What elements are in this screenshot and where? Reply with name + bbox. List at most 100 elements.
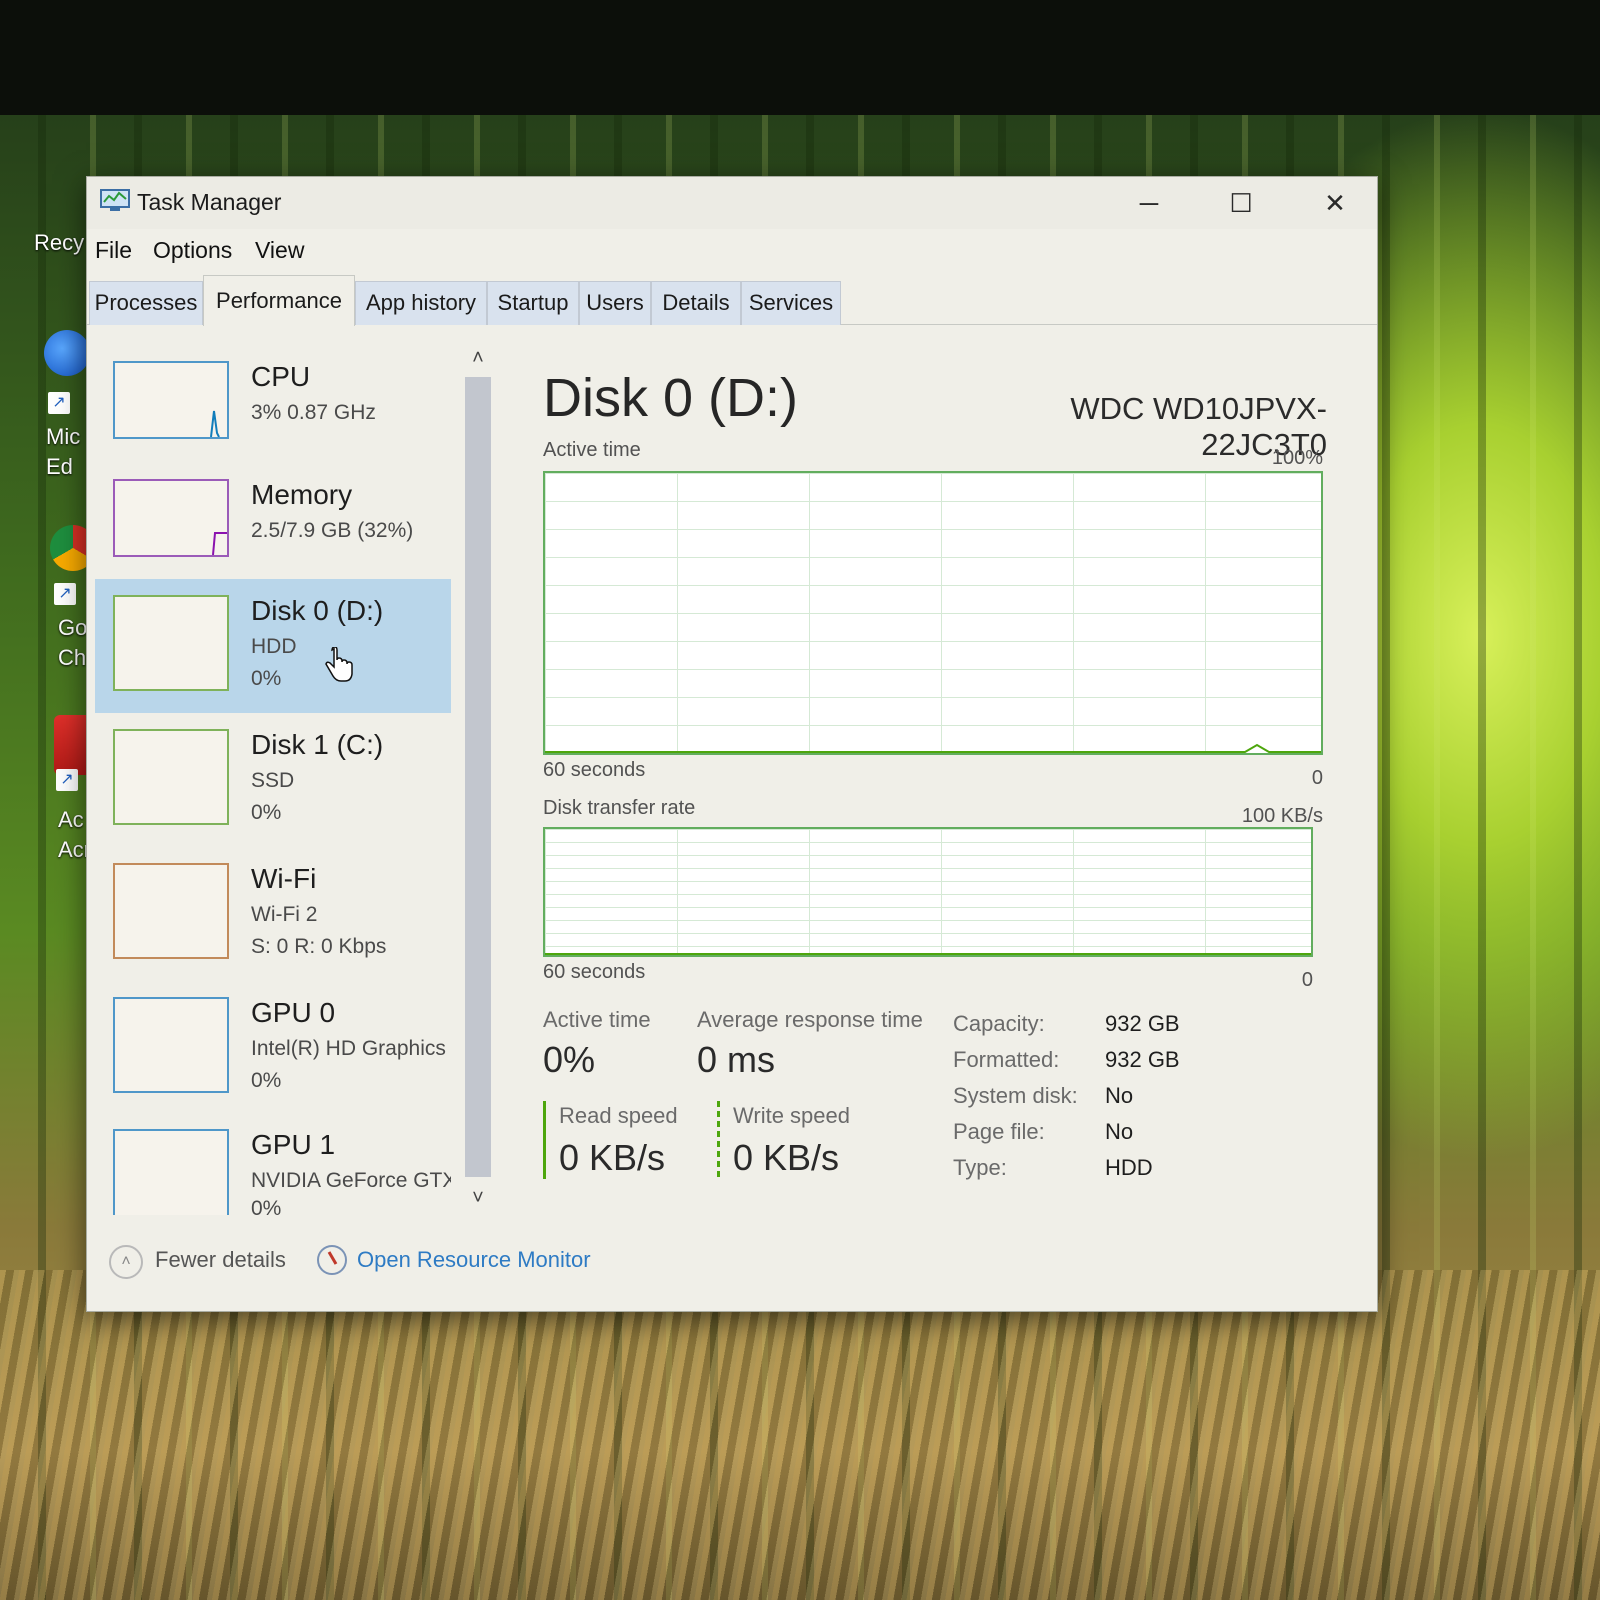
menu-view[interactable]: View: [255, 237, 304, 264]
read-speed-indicator: [543, 1101, 546, 1179]
open-resource-monitor-link[interactable]: Open Resource Monitor: [357, 1247, 591, 1273]
device-item-gpu-1[interactable]: GPU 1 NVIDIA GeForce GTX 0%: [95, 1115, 451, 1215]
footer-bar: ˄ Fewer details Open Resource Monitor: [87, 1235, 1377, 1295]
device-name: CPU: [251, 361, 311, 392]
device-thumbnail: [113, 361, 229, 439]
hand-cursor-icon: [325, 647, 353, 682]
prop-capacity-value: 932 GB: [1105, 1011, 1180, 1036]
cpu-mini-graph: [210, 410, 220, 438]
device-item-cpu[interactable]: CPU 3% 0.87 GHz: [95, 347, 451, 477]
prop-system-disk-label: System disk:: [953, 1083, 1078, 1108]
desktop-icon-chrome[interactable]: ↗ Go Chr: [50, 525, 96, 670]
resource-monitor-icon[interactable]: [317, 1245, 347, 1275]
transfer-graph-min: 0: [1301, 969, 1313, 991]
device-thumbnail: [113, 863, 229, 959]
tab-performance[interactable]: Performance: [203, 275, 355, 326]
prop-formatted-label: Formatted:: [953, 1047, 1060, 1072]
active-time-graph-label: Active time: [543, 439, 641, 461]
device-item-gpu-0[interactable]: GPU 0 Intel(R) HD Graphics 0%: [95, 983, 451, 1113]
desktop-icon-acrobat[interactable]: ↗ Ac Acr: [54, 715, 100, 862]
device-usage: 0%: [251, 1069, 282, 1092]
device-item-disk-0[interactable]: Disk 0 (D:) HDD 0%: [95, 579, 451, 713]
prop-capacity-label: Capacity:: [953, 1011, 1045, 1036]
transfer-rate-line: [545, 953, 1311, 955]
device-thumbnail: [113, 595, 229, 691]
tab-startup[interactable]: Startup: [487, 281, 579, 325]
device-name: Wi-Fi: [251, 863, 317, 894]
window-title: Task Manager: [137, 189, 282, 215]
device-adapter: Wi-Fi 2: [251, 903, 318, 926]
task-manager-window: Task Manager ─ ☐ ✕ File Options View Pro…: [86, 176, 1378, 1312]
device-usage: 0%: [251, 1197, 282, 1215]
device-list-scrollbar[interactable]: ˄ ˅: [463, 347, 493, 1209]
write-speed-indicator: [717, 1101, 720, 1179]
device-item-memory[interactable]: Memory 2.5/7.9 GB (32%): [95, 465, 451, 595]
device-name: GPU 0: [251, 997, 336, 1028]
device-name: Memory: [251, 479, 353, 510]
title-bar[interactable]: Task Manager ─ ☐ ✕: [87, 177, 1377, 229]
device-usage: 0%: [251, 801, 282, 824]
prop-page-file-label: Page file:: [953, 1119, 1045, 1144]
device-throughput: S: 0 R: 0 Kbps: [251, 935, 387, 958]
avg-response-label: Average response time: [697, 1007, 923, 1032]
tab-users[interactable]: Users: [579, 281, 651, 325]
device-name: Disk 1 (C:): [251, 729, 384, 760]
active-time-graph-min: 0: [1311, 767, 1323, 789]
device-summary: 3% 0.87 GHz: [251, 401, 376, 424]
maximize-button[interactable]: ☐: [1211, 183, 1271, 223]
transfer-graph-duration: 60 seconds: [543, 961, 646, 983]
device-item-disk-1[interactable]: Disk 1 (C:) SSD 0%: [95, 715, 451, 845]
read-speed-label: Read speed: [559, 1103, 678, 1128]
device-thumbnail: [113, 997, 229, 1093]
active-time-graph: [543, 471, 1323, 755]
desktop-icon-label: Recy: [34, 230, 85, 255]
active-time-line: [545, 743, 1321, 753]
shortcut-arrow-icon: ↗: [48, 392, 70, 414]
tab-services[interactable]: Services: [741, 281, 841, 325]
prop-type-label: Type:: [953, 1155, 1007, 1180]
active-time-label: Active time: [543, 1007, 651, 1032]
scroll-thumb[interactable]: [465, 377, 491, 1177]
shortcut-arrow-icon: ↗: [54, 583, 76, 605]
device-name: Disk 0 (D:): [251, 595, 384, 626]
tab-details[interactable]: Details: [651, 281, 741, 325]
device-summary: 2.5/7.9 GB (32%): [251, 519, 414, 542]
transfer-graph-label: Disk transfer rate: [543, 797, 696, 819]
transfer-rate-graph: [543, 827, 1313, 957]
active-time-value: 0%: [543, 1039, 596, 1080]
memory-mini-graph: [212, 532, 227, 556]
active-time-graph-max: 100%: [1271, 447, 1323, 469]
chevron-up-icon[interactable]: ˄: [109, 1245, 143, 1279]
write-speed-value: 0 KB/s: [733, 1137, 840, 1178]
tab-processes[interactable]: Processes: [89, 281, 203, 325]
transfer-graph-max: 100 KB/s: [1241, 805, 1323, 827]
device-thumbnail: [113, 729, 229, 825]
prop-type-value: HDD: [1105, 1155, 1153, 1180]
device-thumbnail: [113, 479, 229, 557]
shortcut-arrow-icon: ↗: [56, 769, 78, 791]
close-button[interactable]: ✕: [1305, 183, 1365, 223]
prop-formatted-value: 932 GB: [1105, 1047, 1180, 1072]
device-item-wifi[interactable]: Wi-Fi Wi-Fi 2 S: 0 R: 0 Kbps: [95, 849, 451, 979]
fewer-details-button[interactable]: Fewer details: [155, 1247, 286, 1273]
desktop-icon-recycle-bin[interactable]: Recy: [34, 230, 84, 256]
minimize-button[interactable]: ─: [1119, 183, 1179, 223]
prop-system-disk-value: No: [1105, 1083, 1134, 1108]
scroll-up-icon[interactable]: ˄: [463, 347, 493, 375]
device-usage: 0%: [251, 667, 282, 690]
device-model: Intel(R) HD Graphics: [251, 1037, 446, 1060]
device-model: NVIDIA GeForce GTX: [251, 1169, 451, 1192]
active-time-graph-duration: 60 seconds: [543, 759, 646, 781]
edge-icon: [44, 330, 90, 376]
detail-title: Disk 0 (D:): [543, 368, 798, 428]
tab-strip: Processes Performance App history Startu…: [87, 275, 1377, 326]
menu-file[interactable]: File: [95, 237, 132, 264]
device-thumbnail: [113, 1129, 229, 1215]
scroll-down-icon[interactable]: ˅: [463, 1187, 493, 1215]
device-type: SSD: [251, 769, 295, 792]
tab-app-history[interactable]: App history: [355, 281, 487, 325]
read-speed-value: 0 KB/s: [559, 1137, 666, 1178]
menu-options[interactable]: Options: [153, 237, 232, 264]
device-name: GPU 1: [251, 1129, 336, 1160]
prop-page-file-value: No: [1105, 1119, 1134, 1144]
